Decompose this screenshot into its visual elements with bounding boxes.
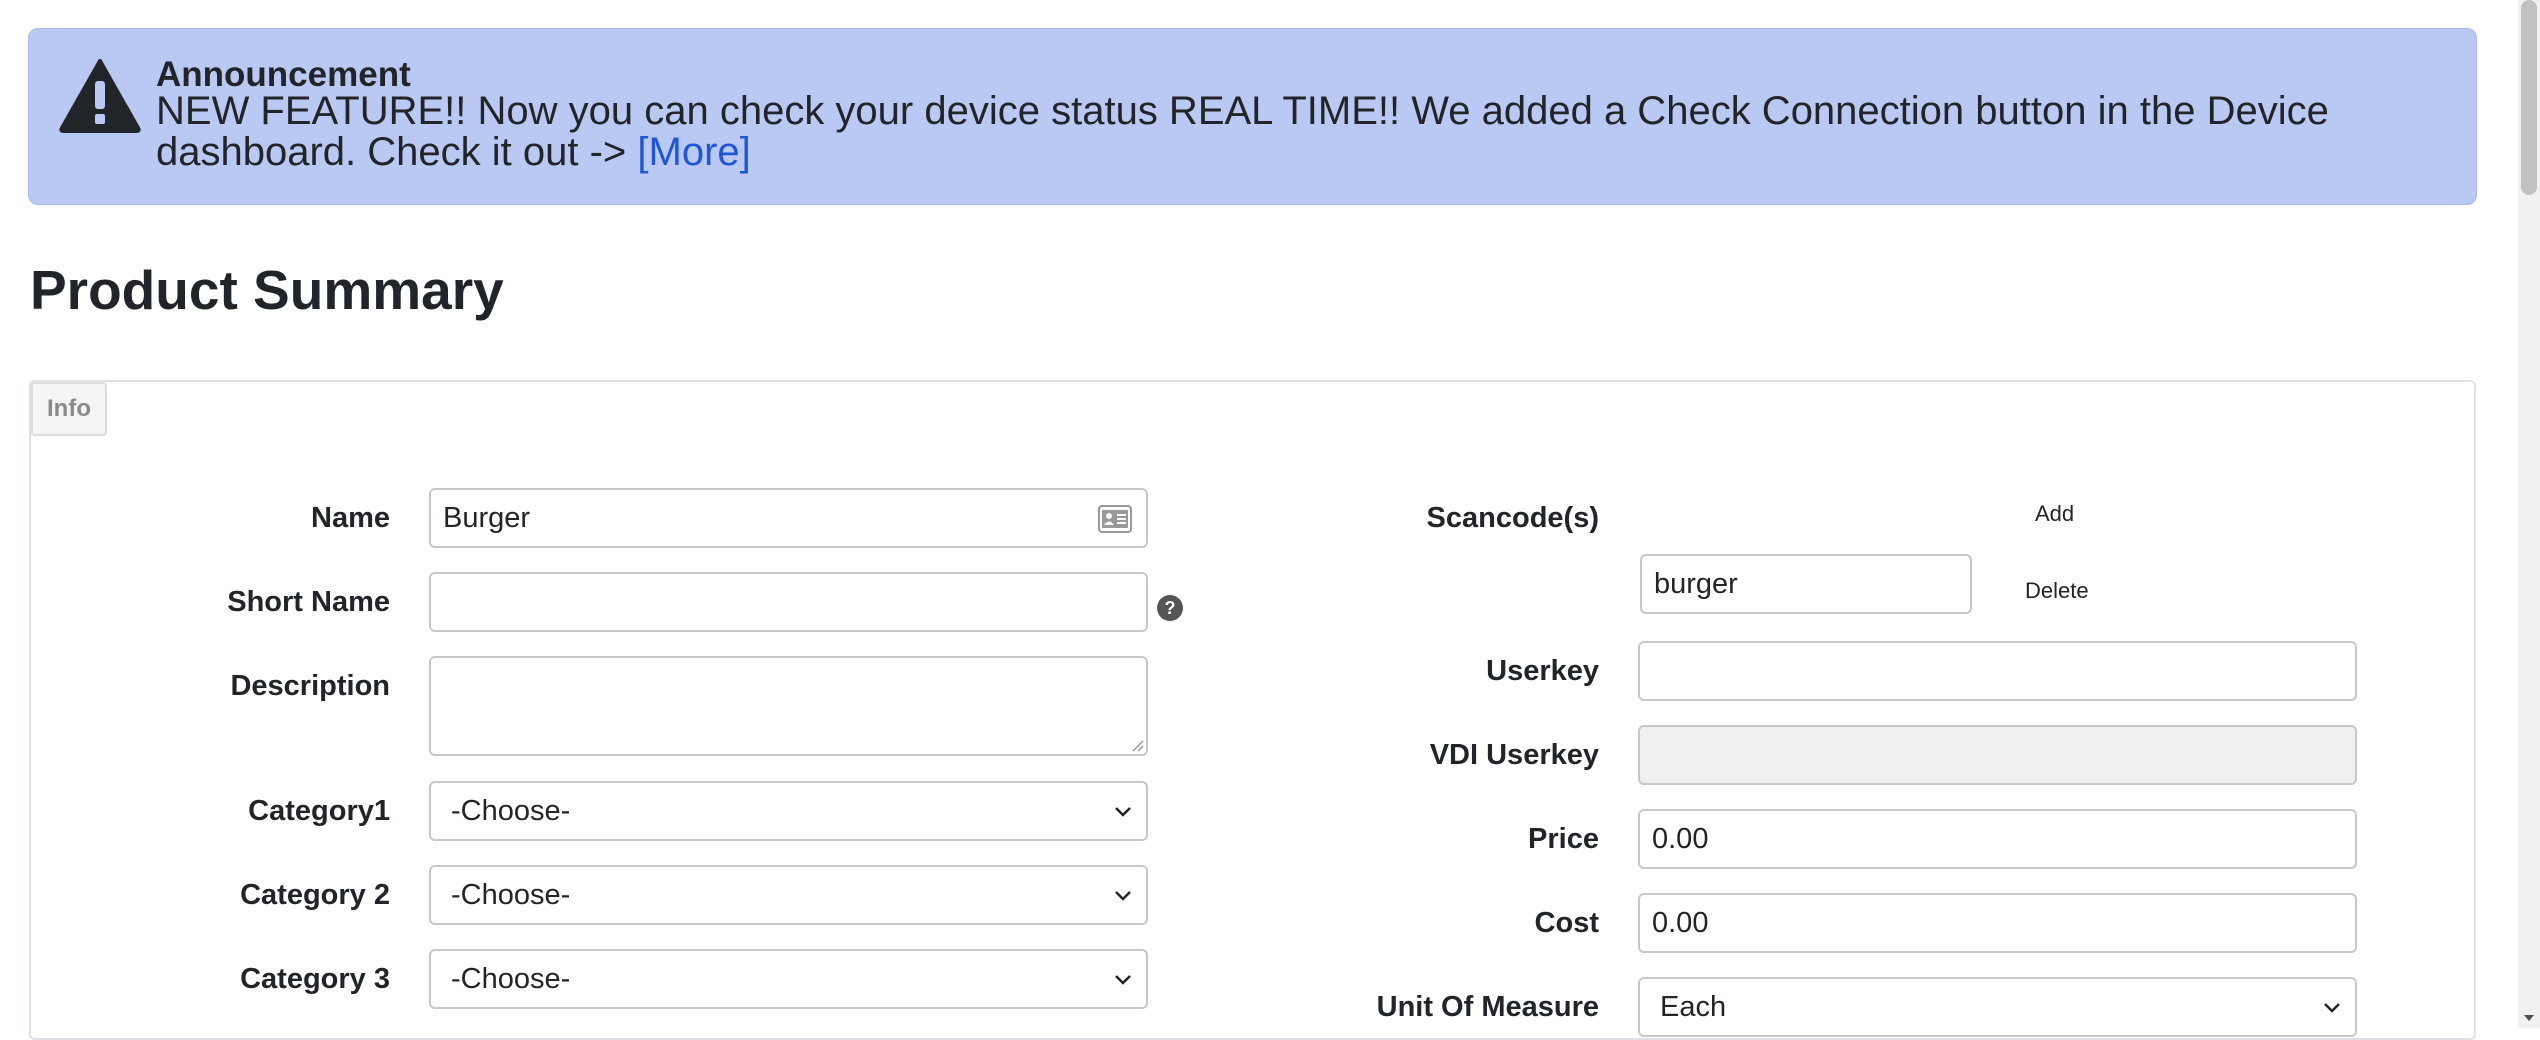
price-value: 0.00 [1652, 822, 1709, 855]
announcement-text: NEW FEATURE!! Now you can check your dev… [156, 91, 2456, 173]
scroll-down-arrow-icon[interactable] [2523, 1012, 2535, 1024]
category2-select[interactable]: -Choose- [429, 865, 1148, 925]
contact-card-icon [1098, 505, 1132, 533]
category3-select[interactable]: -Choose- [429, 949, 1148, 1009]
price-label: Price [1528, 823, 1599, 855]
userkey-input[interactable] [1638, 641, 2357, 701]
category2-label: Category 2 [240, 879, 390, 911]
page-title: Product Summary [30, 259, 504, 321]
warning-triangle-icon [59, 59, 141, 133]
vdi-userkey-label: VDI Userkey [1429, 739, 1599, 771]
scancode-value: burger [1654, 567, 1738, 600]
cost-label: Cost [1534, 907, 1599, 939]
scancode-input[interactable]: burger [1640, 554, 1972, 614]
help-icon[interactable]: ? [1157, 595, 1183, 621]
name-input[interactable]: Burger [429, 488, 1148, 548]
announcement-banner: Announcement NEW FEATURE!! Now you can c… [28, 28, 2477, 205]
chevron-down-icon [1115, 807, 1131, 817]
name-value: Burger [443, 501, 531, 534]
category1-select[interactable]: -Choose- [429, 781, 1148, 841]
category1-label: Category1 [248, 795, 390, 827]
unit-of-measure-value: Each [1660, 990, 1727, 1023]
chevron-down-icon [1115, 975, 1131, 985]
cost-value: 0.00 [1652, 906, 1709, 939]
price-input[interactable]: 0.00 [1638, 809, 2357, 869]
category3-label: Category 3 [240, 963, 390, 995]
tab-info[interactable]: Info [31, 382, 107, 436]
vertical-scrollbar[interactable] [2518, 0, 2540, 1028]
short-name-input[interactable] [429, 572, 1148, 632]
description-textarea[interactable] [429, 656, 1148, 756]
scrollbar-thumb[interactable] [2521, 0, 2537, 195]
scancodes-label: Scancode(s) [1426, 502, 1599, 534]
vdi-userkey-input [1638, 725, 2357, 785]
name-label: Name [311, 502, 390, 534]
category2-value: -Choose- [451, 878, 571, 911]
short-name-label: Short Name [227, 586, 390, 618]
userkey-label: Userkey [1486, 655, 1599, 687]
description-label: Description [230, 670, 390, 702]
add-scancode-button[interactable]: Add [2035, 501, 2074, 527]
category1-value: -Choose- [451, 794, 571, 827]
chevron-down-icon [1115, 891, 1131, 901]
delete-scancode-button[interactable]: Delete [2025, 578, 2089, 604]
announcement-more-link[interactable]: [More] [637, 130, 750, 174]
unit-of-measure-select[interactable]: Each [1638, 977, 2357, 1037]
resize-handle-icon[interactable] [1130, 738, 1144, 752]
cost-input[interactable]: 0.00 [1638, 893, 2357, 953]
category3-value: -Choose- [451, 962, 571, 995]
chevron-down-icon [2324, 1003, 2340, 1013]
unit-of-measure-label: Unit Of Measure [1376, 991, 1599, 1023]
announcement-message: NEW FEATURE!! Now you can check your dev… [156, 89, 2329, 174]
